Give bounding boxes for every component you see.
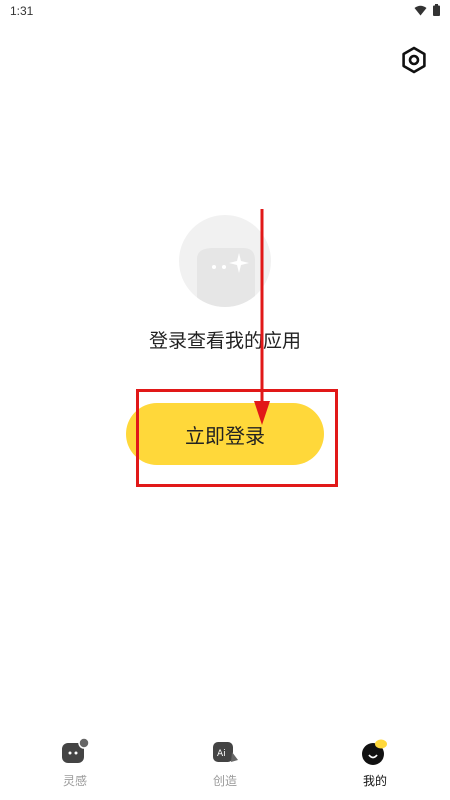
inspiration-icon [60,736,90,766]
wifi-icon [414,5,427,15]
tab-inspiration[interactable]: 灵感 [0,730,150,800]
login-button[interactable]: 立即登录 [126,403,324,465]
svg-text:Ai: Ai [217,749,226,759]
bottom-tab-bar: 灵感 Ai 创造 我的 [0,730,450,800]
avatar-face-icon [197,248,255,307]
tab-label: 灵感 [62,774,87,788]
login-prompt: 登录查看我的应用 [148,330,301,352]
settings-button[interactable] [396,42,432,78]
ai-create-icon: Ai [210,736,240,766]
battery-icon [433,4,440,16]
tab-label: 我的 [362,774,387,788]
avatar-placeholder [179,215,271,307]
profile-icon [360,736,390,766]
settings-icon [402,46,426,74]
tab-create[interactable]: Ai 创造 [150,730,300,800]
tab-label: 创造 [212,774,237,788]
status-bar: 1:31 [0,0,450,22]
status-icons [414,4,440,16]
tab-mine[interactable]: 我的 [300,730,450,800]
status-time: 1:31 [10,4,34,18]
